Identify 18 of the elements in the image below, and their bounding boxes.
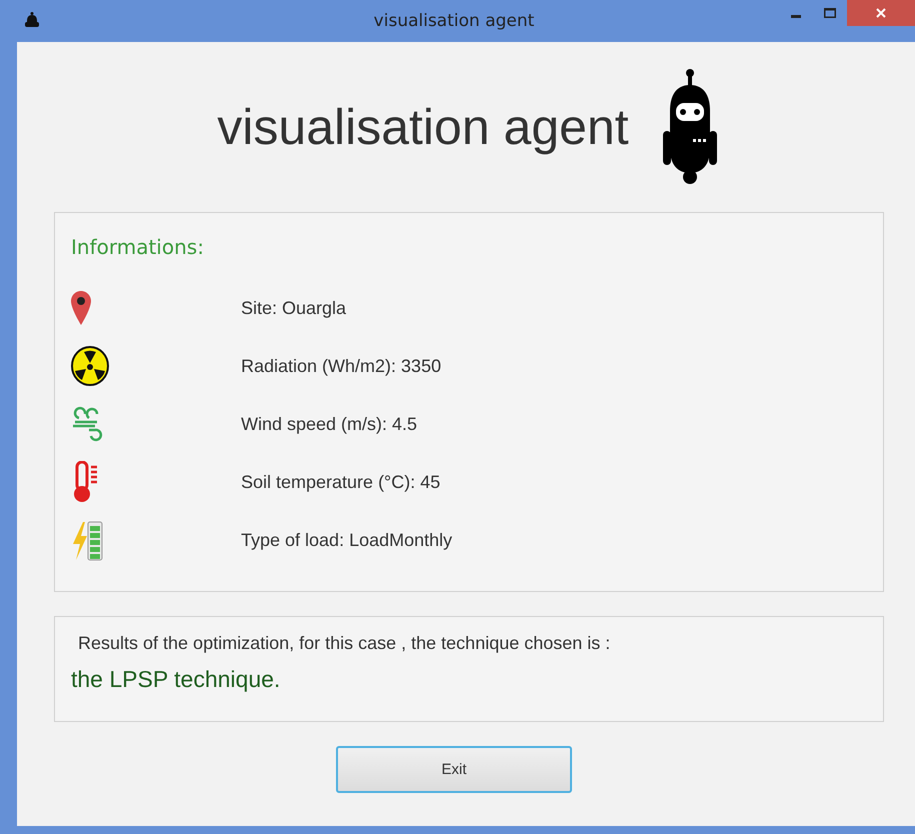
wind-icon	[71, 406, 105, 442]
info-text: Type of load: LoadMonthly	[241, 530, 452, 550]
exit-button[interactable]: Exit	[336, 746, 572, 793]
info-text: Radiation (Wh/m2): 3350	[241, 356, 442, 376]
info-text: Site: Ouargla	[241, 298, 346, 318]
result-answer: the LPSP technique.	[71, 666, 282, 693]
maximize-icon	[824, 8, 836, 18]
window-title: visualisation agent	[374, 11, 534, 31]
radiation-icon	[71, 346, 109, 386]
results-text: Results of the optimization, for this case , the technique chosen is :	[77, 633, 612, 654]
close-icon	[876, 8, 886, 18]
close-button[interactable]	[847, 0, 915, 26]
info-text: Soil temperature (°C): 45	[241, 472, 440, 492]
heading: visualisation agent	[217, 98, 629, 156]
minimize-icon	[791, 15, 801, 18]
map-pin-icon	[71, 291, 91, 325]
info-text: Wind speed (m/s): 4.5	[241, 414, 418, 434]
section-title: Informations:	[71, 235, 204, 259]
